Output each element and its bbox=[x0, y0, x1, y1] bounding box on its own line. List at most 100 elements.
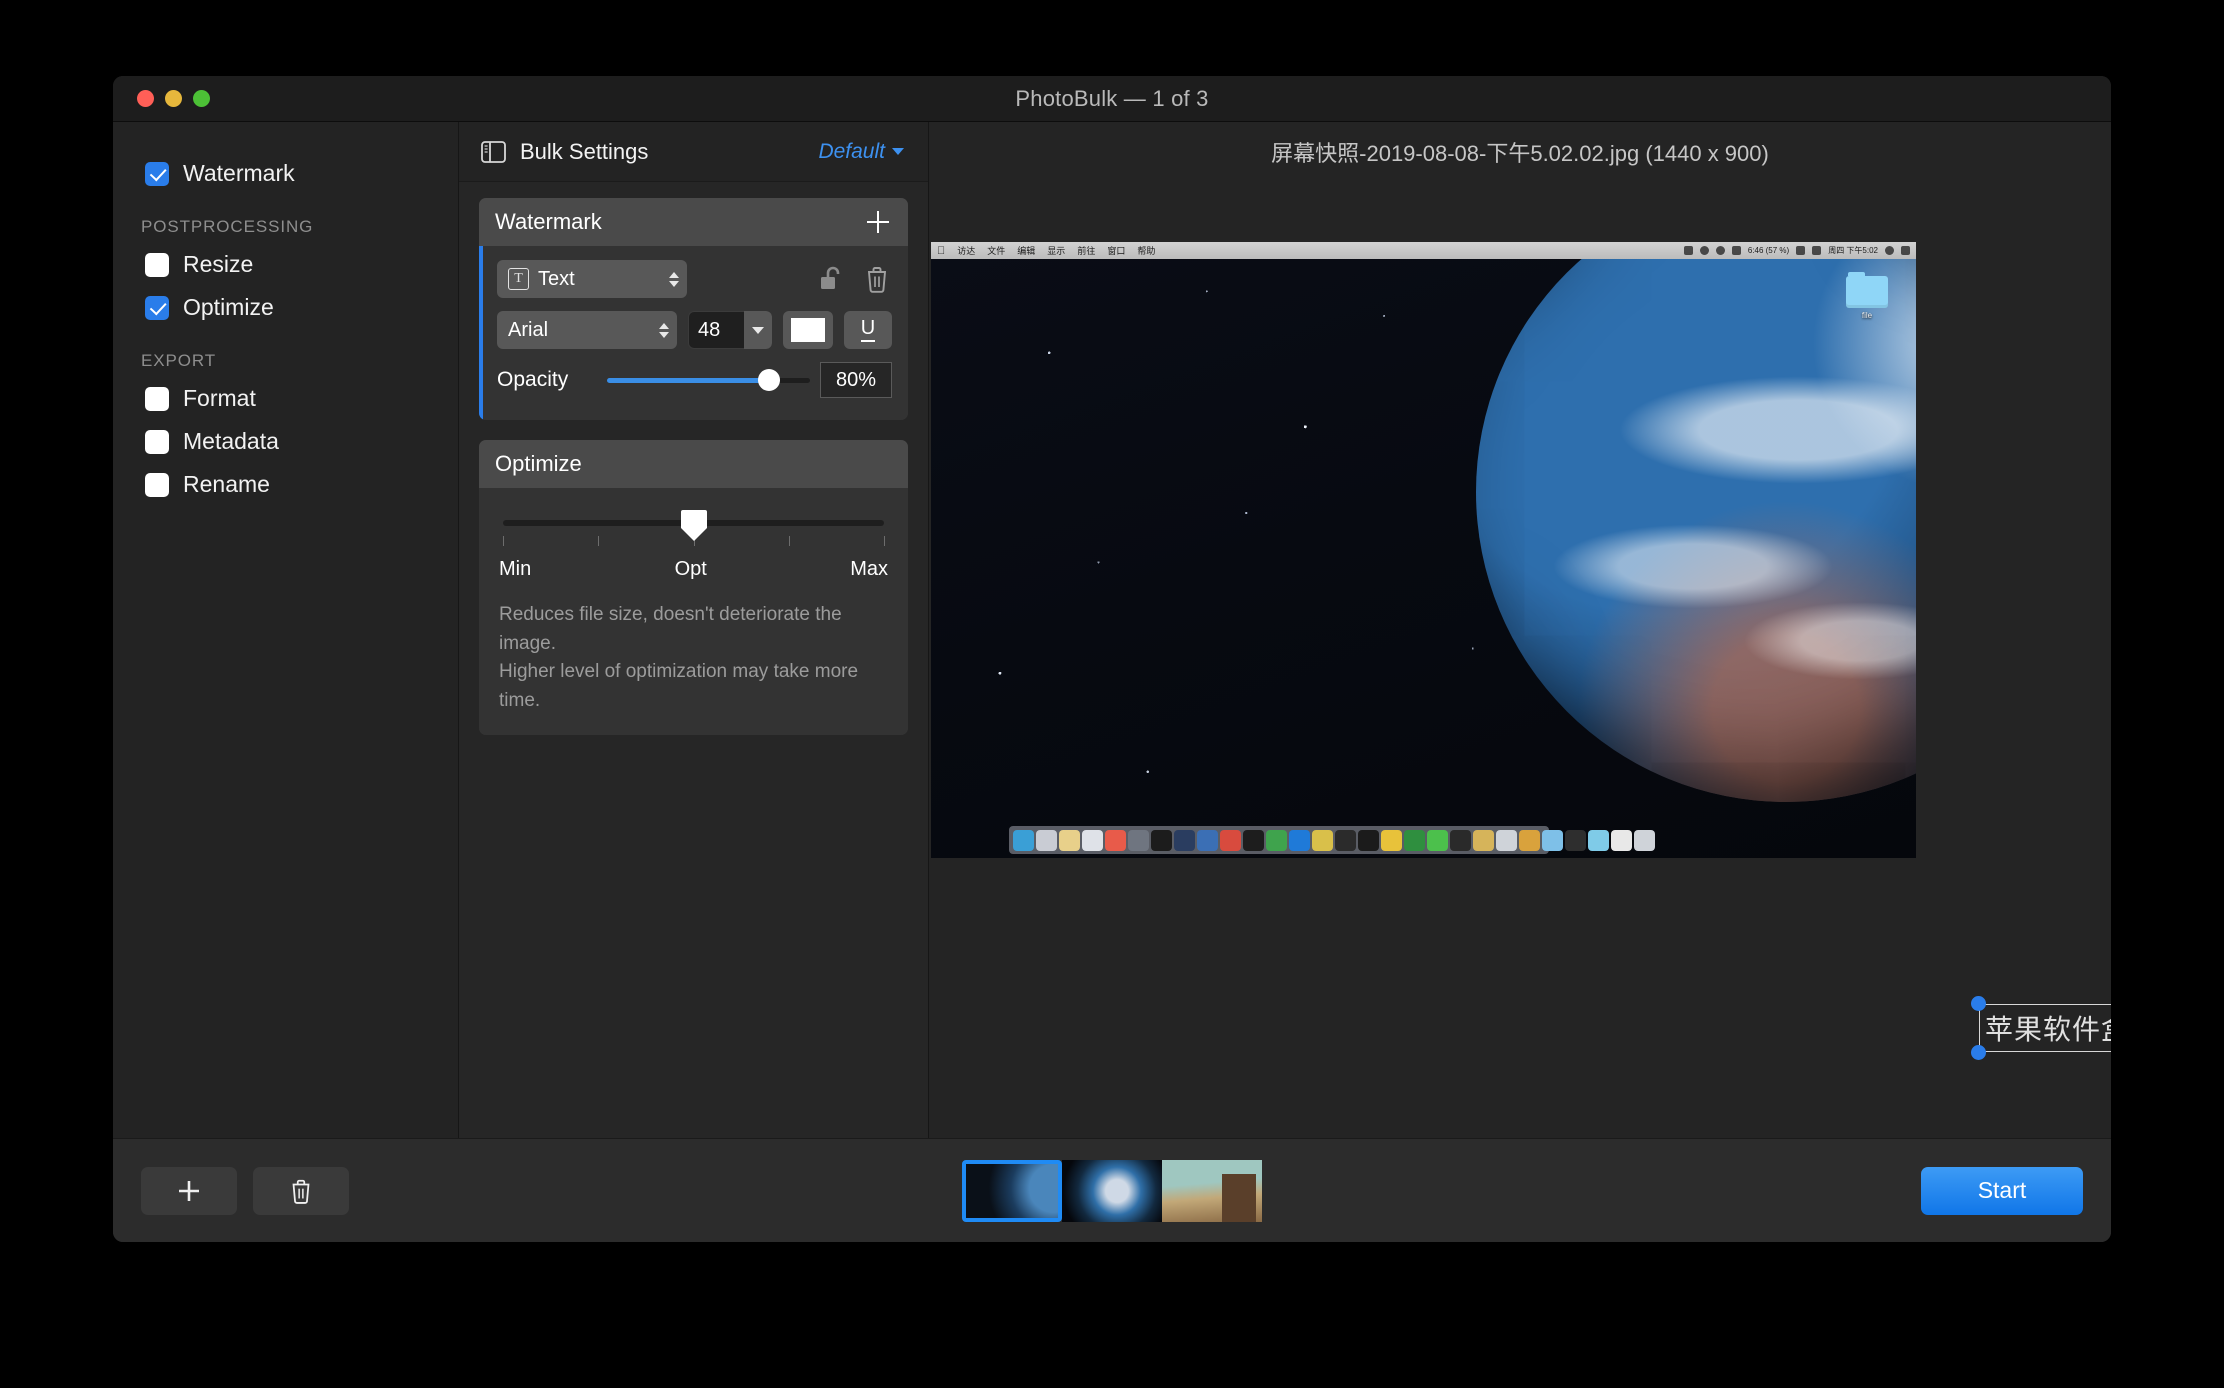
embedded-dock bbox=[1009, 826, 1655, 854]
sidebar-group-export-header: EXPORT bbox=[141, 351, 216, 370]
watermark-font-row: Arial 48 U bbox=[497, 311, 892, 349]
thumbnail-item[interactable] bbox=[1062, 1159, 1162, 1222]
opacity-row: Opacity 80% bbox=[497, 362, 892, 398]
resize-handle-top-left[interactable] bbox=[1971, 996, 1986, 1011]
embedded-menubar-right: 6:46 (57 %) 周四 下午5:02 bbox=[1683, 245, 1910, 256]
preview-stage[interactable]:  访达 文件 编辑 显示 前往 窗口 帮助 bbox=[929, 182, 2111, 1138]
text-color-button[interactable] bbox=[783, 311, 833, 349]
dock-app-icon bbox=[1450, 829, 1471, 851]
optimize-card: Optimize Min Opt Max Reduces file size, … bbox=[479, 440, 908, 735]
watermark-checkbox[interactable] bbox=[145, 161, 169, 186]
window-body: Watermark POSTPROCESSING Resize Optimize… bbox=[113, 122, 2111, 1138]
optimize-level-slider[interactable] bbox=[499, 510, 888, 564]
add-watermark-button[interactable] bbox=[864, 208, 892, 236]
stepper-arrows-icon bbox=[659, 271, 679, 287]
dock-app-icon bbox=[1266, 829, 1287, 851]
optimize-card-header: Optimize bbox=[479, 440, 908, 488]
dock-app-icon bbox=[1634, 829, 1655, 851]
app-window: PhotoBulk — 1 of 3 Watermark POSTPROCESS… bbox=[113, 76, 2111, 1242]
preview-image[interactable]:  访达 文件 编辑 显示 前往 窗口 帮助 bbox=[931, 242, 1916, 858]
resize-checkbox[interactable] bbox=[145, 252, 169, 277]
sidebar-panel-icon[interactable] bbox=[481, 140, 506, 163]
settings-title: Bulk Settings bbox=[520, 138, 649, 164]
preset-label: Default bbox=[818, 139, 885, 163]
metadata-checkbox[interactable] bbox=[145, 429, 169, 454]
preset-dropdown[interactable]: Default bbox=[818, 140, 904, 164]
font-size-value[interactable]: 48 bbox=[688, 311, 744, 349]
rename-checkbox[interactable] bbox=[145, 472, 169, 497]
sidebar-group-postprocessing-header: POSTPROCESSING bbox=[141, 217, 314, 236]
watermark-type-value: Text bbox=[538, 267, 575, 290]
status-icon bbox=[1683, 246, 1693, 255]
zoom-button[interactable] bbox=[193, 90, 210, 107]
apple-logo-icon:  bbox=[937, 245, 945, 257]
dock-app-icon bbox=[1542, 829, 1563, 851]
sidebar-item-optimize[interactable]: Optimize bbox=[113, 286, 458, 329]
sidebar-item-rename[interactable]: Rename bbox=[113, 463, 458, 506]
dock-app-icon bbox=[1427, 829, 1448, 851]
close-button[interactable] bbox=[137, 90, 154, 107]
sidebar: Watermark POSTPROCESSING Resize Optimize… bbox=[113, 122, 459, 1138]
menu-item: 前往 bbox=[1069, 246, 1095, 256]
dock-app-icon bbox=[1151, 829, 1172, 851]
watermark-type-select[interactable]: T Text bbox=[497, 260, 687, 298]
desktop-folder: file bbox=[1844, 272, 1890, 320]
plus-icon bbox=[179, 1180, 199, 1201]
chevron-down-icon bbox=[752, 326, 764, 334]
thumbnail-strip[interactable] bbox=[962, 1159, 1262, 1222]
dock-app-icon bbox=[1289, 829, 1310, 851]
optimize-checkbox[interactable] bbox=[145, 295, 169, 320]
thumbnail-item[interactable] bbox=[1162, 1159, 1262, 1222]
opacity-slider[interactable] bbox=[607, 369, 810, 391]
font-size-dropdown-button[interactable] bbox=[744, 311, 772, 349]
optimize-slider-thumb[interactable] bbox=[680, 510, 707, 541]
minimize-button[interactable] bbox=[165, 90, 182, 107]
watermark-card-header: Watermark bbox=[479, 198, 908, 246]
clock: 周四 下午5:02 bbox=[1828, 246, 1878, 255]
sidebar-item-metadata[interactable]: Metadata bbox=[113, 420, 458, 463]
dock-app-icon bbox=[1174, 829, 1195, 851]
dock-app-icon bbox=[1404, 829, 1425, 851]
font-size-field[interactable]: 48 bbox=[688, 311, 772, 349]
menu-item: 窗口 bbox=[1099, 246, 1125, 256]
menu-item: 访达 bbox=[949, 246, 975, 256]
dock-app-icon bbox=[1358, 829, 1379, 851]
trash-icon[interactable] bbox=[862, 264, 892, 294]
dock-app-icon bbox=[1013, 829, 1034, 851]
optimize-card-body: Min Opt Max Reduces file size, doesn't d… bbox=[479, 488, 908, 735]
resize-handle-bottom-left[interactable] bbox=[1971, 1045, 1986, 1060]
dock-app-icon bbox=[1565, 829, 1586, 851]
font-family-select[interactable]: Arial bbox=[497, 311, 677, 349]
search-icon bbox=[1885, 246, 1894, 255]
trash-icon bbox=[292, 1179, 310, 1204]
menu-item: 编辑 bbox=[1009, 246, 1035, 256]
sidebar-item-watermark[interactable]: Watermark bbox=[113, 152, 458, 195]
footer-toolbar: Start bbox=[113, 1138, 2111, 1242]
unlocked-padlock-icon[interactable] bbox=[816, 264, 846, 294]
preview-panel: 屏幕快照-2019-08-08-下午5.02.02.jpg (1440 x 90… bbox=[929, 122, 2111, 1138]
underline-button[interactable]: U bbox=[844, 311, 892, 349]
opacity-slider-thumb[interactable] bbox=[758, 369, 781, 391]
dock-app-icon bbox=[1381, 829, 1402, 851]
opacity-label: Opacity bbox=[497, 368, 569, 391]
optimize-description-line1: Reduces file size, doesn't deteriorate t… bbox=[499, 604, 842, 654]
dock-app-icon bbox=[1243, 829, 1264, 851]
watermark-card-title: Watermark bbox=[495, 209, 602, 234]
wifi-icon bbox=[1796, 246, 1806, 255]
desktop-folder-label: file bbox=[1861, 311, 1873, 320]
remove-files-button[interactable] bbox=[253, 1166, 349, 1215]
sidebar-item-label: Optimize bbox=[183, 294, 274, 320]
format-checkbox[interactable] bbox=[145, 386, 169, 411]
sidebar-item-format[interactable]: Format bbox=[113, 377, 458, 420]
stepper-arrows-icon bbox=[649, 322, 669, 338]
opacity-value[interactable]: 80% bbox=[820, 362, 892, 398]
add-files-button[interactable] bbox=[141, 1166, 237, 1215]
start-button[interactable]: Start bbox=[1921, 1166, 2083, 1215]
optimize-card-title: Optimize bbox=[495, 451, 582, 476]
dock-app-icon bbox=[1611, 829, 1632, 851]
sidebar-item-resize[interactable]: Resize bbox=[113, 243, 458, 286]
thumbnail-item[interactable] bbox=[962, 1159, 1062, 1222]
watermark-overlay[interactable]: 苹果软件盒子 bbox=[1971, 996, 2111, 1060]
optimize-description: Reduces file size, doesn't deteriorate t… bbox=[499, 601, 888, 715]
settings-scroll-area: Watermark T Text Arial 48 U Opacity 80% … bbox=[459, 182, 928, 1138]
